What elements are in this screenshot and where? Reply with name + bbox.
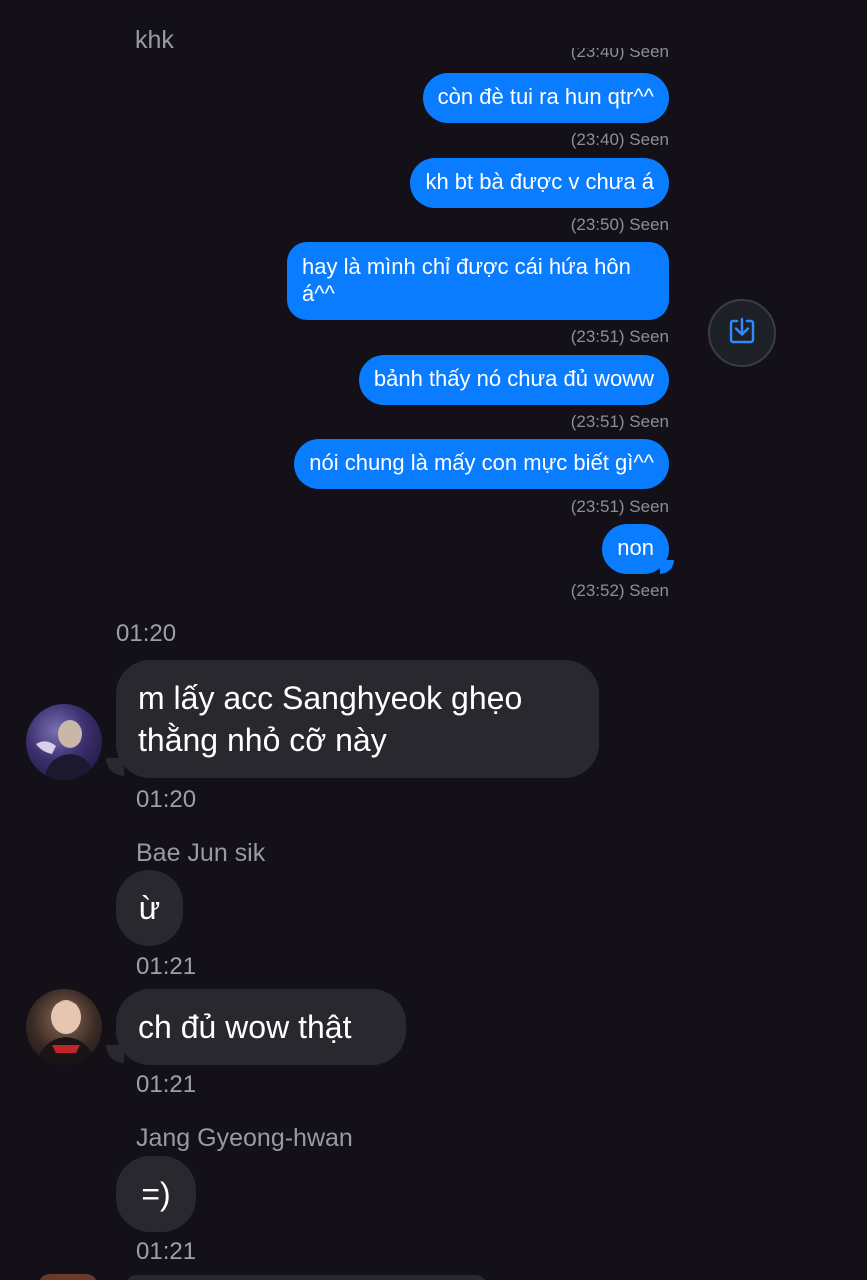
sender-name: Jang Gyeong-hwan	[136, 1124, 353, 1152]
message-status: (23:40) Seen	[570, 130, 669, 149]
message-status: (23:50) Seen	[570, 215, 669, 234]
message-time: 01:21	[136, 1238, 197, 1265]
message-text-line: =)	[141, 1176, 171, 1212]
message-status: (23:51) Seen	[570, 412, 669, 431]
message-text-line: m lấy acc Sanghyeok ghẹo	[138, 680, 523, 716]
avatar[interactable]	[38, 1274, 98, 1280]
outgoing-message[interactable]: non	[602, 524, 669, 574]
save-download-icon	[726, 315, 758, 352]
chat-thread[interactable]: khk (23:40) Seen còn đè tui ra hun qtr^^…	[0, 0, 867, 1280]
outgoing-message[interactable]: còn đè tui ra hun qtr^^	[422, 73, 669, 123]
incoming-message[interactable]: ừ	[116, 870, 183, 946]
message-status: (23:51) Seen	[570, 497, 669, 516]
message-status-cutoff: (23:40) Seen	[570, 48, 669, 60]
incoming-message[interactable]: ch đủ wow thật	[116, 989, 406, 1065]
save-button[interactable]	[708, 299, 776, 367]
message-text-line: ch đủ wow thật	[138, 1009, 352, 1045]
message-time: 01:21	[136, 1071, 197, 1098]
bubble-tail	[660, 560, 674, 574]
sender-name-top: khk	[135, 26, 174, 54]
incoming-message[interactable]	[126, 1275, 486, 1280]
outgoing-message[interactable]: bảnh thấy nó chưa đủ woww	[358, 355, 669, 405]
bubble-tail	[106, 758, 124, 776]
bubble-tail	[106, 1045, 124, 1063]
incoming-message[interactable]: =)	[116, 1156, 196, 1232]
message-text-line: thằng nhỏ cỡ này	[138, 722, 387, 758]
sender-name: Bae Jun sik	[136, 839, 266, 867]
avatar[interactable]	[26, 704, 102, 780]
message-text-line: ừ	[138, 890, 161, 926]
message-time: 01:21	[136, 953, 197, 980]
outgoing-message[interactable]: hay là mình chỉ được cái hứa hôn á^^	[287, 242, 669, 320]
avatar[interactable]	[26, 989, 102, 1065]
message-status: (23:52) Seen	[570, 581, 669, 600]
message-status: (23:51) Seen	[570, 327, 669, 346]
outgoing-message[interactable]: kh bt bà được v chưa á	[410, 158, 669, 208]
outgoing-message[interactable]: nói chung là mấy con mực biết gì^^	[294, 439, 669, 489]
time-separator: 01:20	[116, 620, 177, 647]
incoming-message[interactable]: m lấy acc Sanghyeok ghẹo thằng nhỏ cỡ nà…	[116, 660, 599, 778]
message-time: 01:20	[136, 786, 197, 813]
